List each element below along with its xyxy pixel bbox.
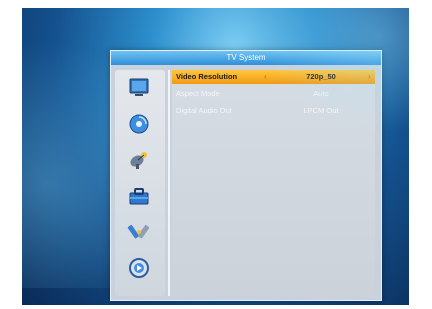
window-title: TV System <box>111 51 381 65</box>
row-value: Auto <box>313 89 329 98</box>
panel-divider <box>168 70 170 296</box>
toolbox-icon[interactable] <box>127 184 151 208</box>
row-video-resolution[interactable]: Video Resolution ‹ 720p_50 › <box>172 70 375 84</box>
tv-screen: TV System Video Resolution ‹ 720p_50 › A… <box>22 8 409 305</box>
row-digital-audio-out[interactable]: Digital Audio Out LPCM Out <box>172 104 375 118</box>
row-label: Aspect Mode <box>176 89 220 98</box>
tools-icon[interactable] <box>127 220 151 244</box>
icon-sidebar <box>115 70 165 296</box>
chevron-right-icon[interactable]: › <box>368 70 371 84</box>
row-label: Video Resolution <box>176 72 238 81</box>
row-value: LPCM Out <box>303 106 339 115</box>
chevron-left-icon[interactable]: ‹ <box>264 70 267 84</box>
row-aspect-mode[interactable]: Aspect Mode Auto <box>172 87 375 101</box>
disc-icon[interactable] <box>127 112 151 136</box>
menu-window: TV System Video Resolution ‹ 720p_50 › A… <box>110 50 382 301</box>
settings-panel: Video Resolution ‹ 720p_50 › Aspect Mode… <box>172 70 375 296</box>
tv-screen-icon[interactable] <box>127 76 151 100</box>
satellite-dish-icon[interactable] <box>127 148 151 172</box>
row-value: 720p_50 <box>306 72 336 81</box>
media-player-icon[interactable] <box>127 256 151 280</box>
row-label: Digital Audio Out <box>176 106 232 115</box>
